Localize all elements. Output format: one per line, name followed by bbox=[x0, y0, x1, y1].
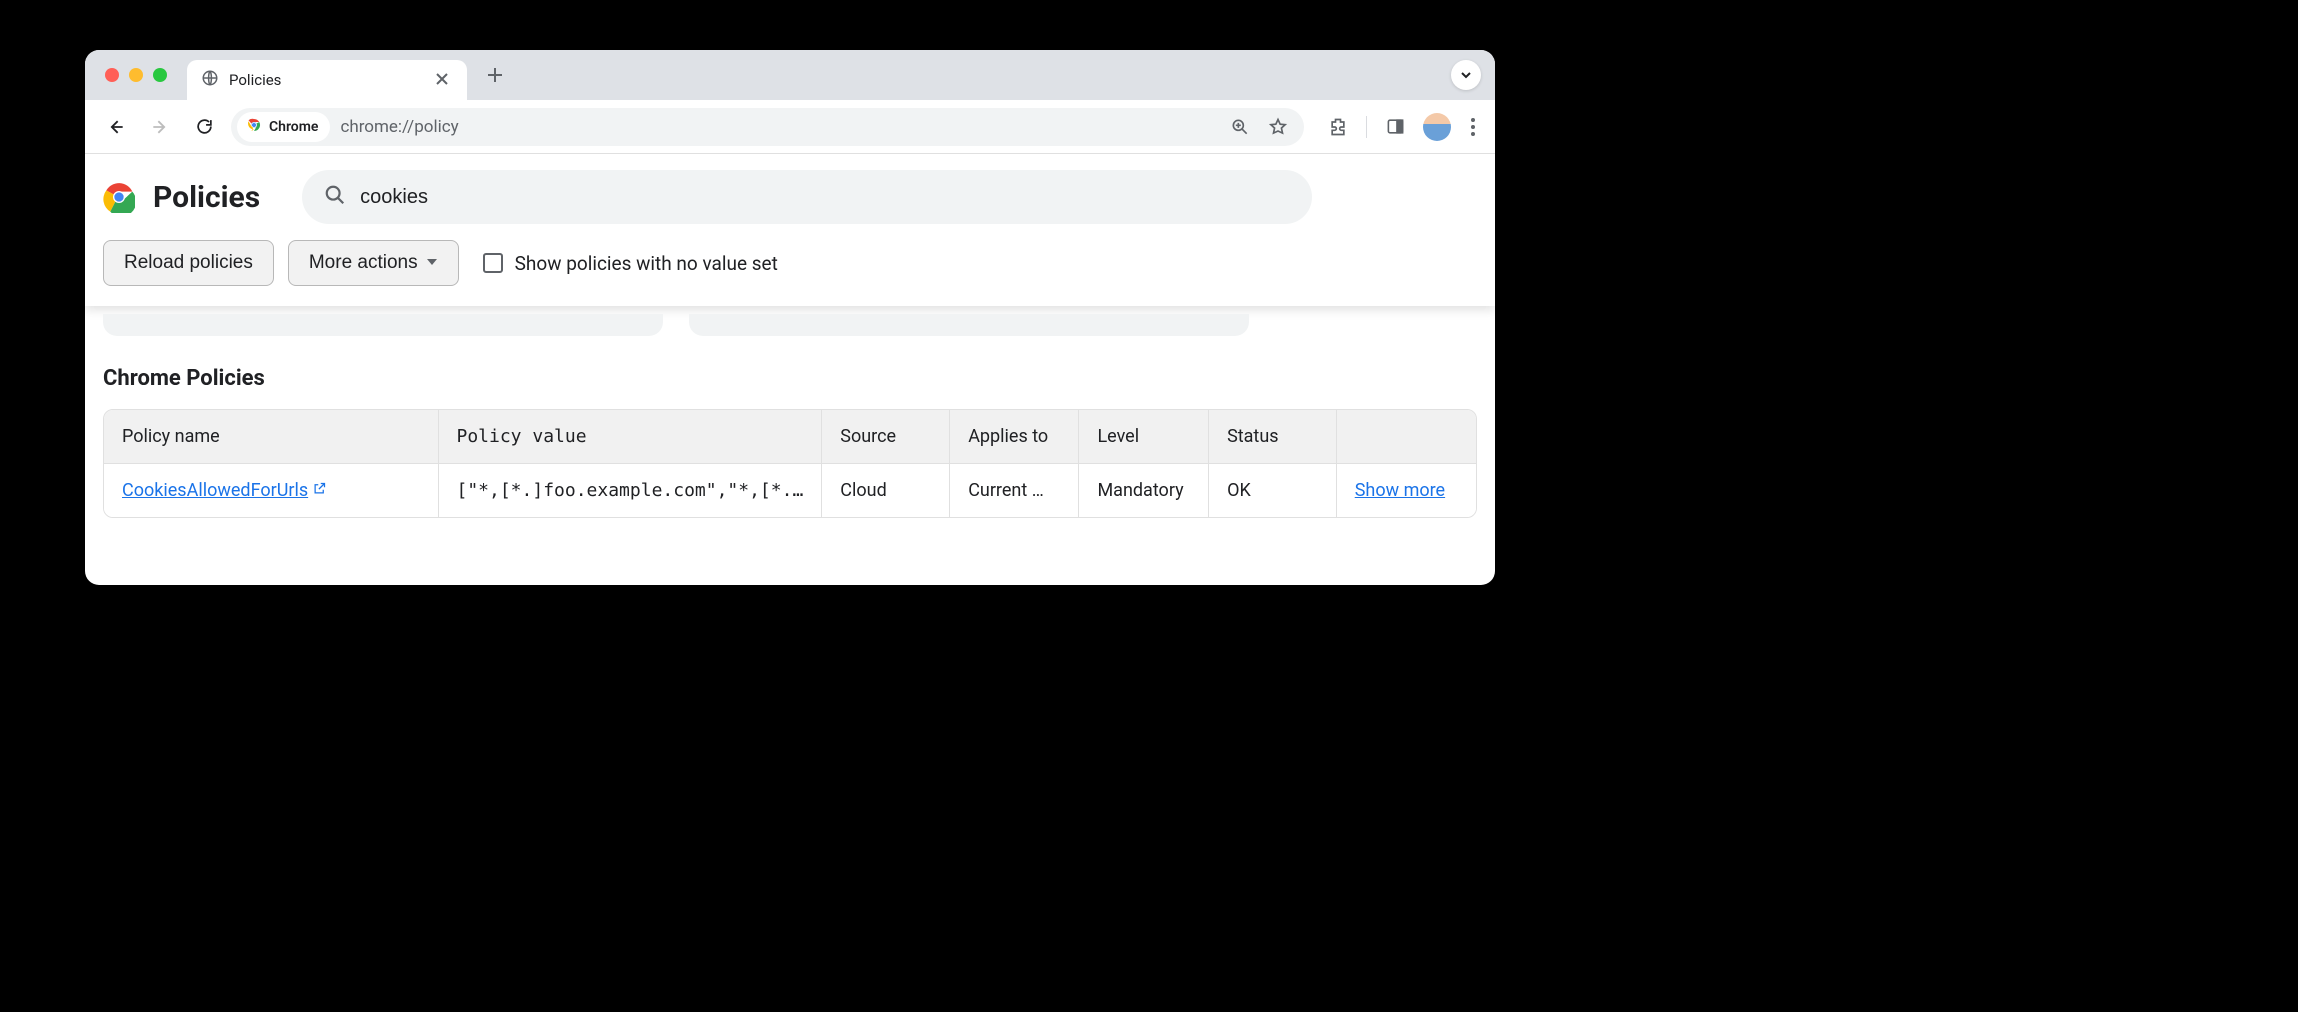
reload-button[interactable] bbox=[187, 110, 221, 144]
tab-strip: Policies bbox=[85, 50, 1495, 100]
zoom-icon[interactable] bbox=[1226, 113, 1254, 141]
window-minimize-button[interactable] bbox=[129, 68, 143, 82]
col-header-name: Policy name bbox=[104, 410, 439, 464]
search-icon bbox=[324, 184, 346, 210]
toolbar-separator bbox=[1366, 116, 1367, 138]
col-header-level: Level bbox=[1079, 410, 1209, 464]
policy-applies: Current … bbox=[968, 480, 1060, 501]
button-label: Reload policies bbox=[124, 252, 253, 274]
page-title: Policies bbox=[153, 180, 260, 215]
section-title: Chrome Policies bbox=[103, 366, 1477, 391]
col-header-applies: Applies to bbox=[950, 410, 1079, 464]
table-header-row: Policy name Policy value Source Applies … bbox=[104, 410, 1476, 464]
policy-search-input[interactable] bbox=[360, 186, 1290, 209]
policy-table: Policy name Policy value Source Applies … bbox=[103, 409, 1477, 518]
browser-tab-active[interactable]: Policies bbox=[187, 60, 467, 100]
bookmark-star-icon[interactable] bbox=[1264, 113, 1292, 141]
col-header-source: Source bbox=[822, 410, 950, 464]
show-more-link[interactable]: Show more bbox=[1355, 480, 1445, 501]
status-cards-row bbox=[103, 314, 1477, 336]
button-label: More actions bbox=[309, 252, 418, 274]
address-bar[interactable]: Chrome chrome://policy bbox=[231, 108, 1304, 146]
policy-source: Cloud bbox=[822, 464, 950, 517]
col-header-status: Status bbox=[1209, 410, 1337, 464]
toolbar-right bbox=[1324, 112, 1481, 142]
url-text: chrome://policy bbox=[340, 117, 458, 137]
tab-close-button[interactable] bbox=[431, 68, 453, 93]
external-link-icon bbox=[312, 480, 327, 501]
browser-toolbar: Chrome chrome://policy bbox=[85, 100, 1495, 154]
col-header-actions bbox=[1337, 410, 1476, 464]
tab-title: Policies bbox=[229, 71, 421, 89]
checkbox-icon[interactable] bbox=[483, 253, 503, 273]
policy-name-link[interactable]: CookiesAllowedForUrls bbox=[122, 480, 327, 501]
globe-icon bbox=[201, 69, 219, 91]
checkbox-label: Show policies with no value set bbox=[515, 252, 778, 275]
site-chip[interactable]: Chrome bbox=[237, 112, 330, 142]
side-panel-icon[interactable] bbox=[1381, 113, 1409, 141]
browser-window: Policies bbox=[85, 50, 1495, 585]
status-card bbox=[103, 314, 663, 336]
policy-value: ["*,[*.]foo.example.com","*,[*.… bbox=[457, 480, 804, 501]
policy-search-bar[interactable] bbox=[302, 170, 1312, 224]
page-sticky-header: Policies Reload policies More actions bbox=[85, 154, 1495, 306]
policy-name-text: CookiesAllowedForUrls bbox=[122, 480, 308, 501]
new-tab-button[interactable] bbox=[481, 61, 509, 89]
extensions-icon[interactable] bbox=[1324, 113, 1352, 141]
more-actions-button[interactable]: More actions bbox=[288, 240, 459, 286]
reload-policies-button[interactable]: Reload policies bbox=[103, 240, 274, 286]
forward-button[interactable] bbox=[143, 110, 177, 144]
site-chip-label: Chrome bbox=[269, 119, 318, 135]
caret-down-icon bbox=[426, 252, 438, 274]
policy-level: Mandatory bbox=[1079, 464, 1209, 517]
window-close-button[interactable] bbox=[105, 68, 119, 82]
back-button[interactable] bbox=[99, 110, 133, 144]
table-row: CookiesAllowedForUrls ["*,[*.]foo.exampl… bbox=[104, 464, 1476, 517]
window-maximize-button[interactable] bbox=[153, 68, 167, 82]
show-no-value-toggle[interactable]: Show policies with no value set bbox=[483, 252, 778, 275]
status-card bbox=[689, 314, 1249, 336]
window-controls bbox=[105, 68, 167, 82]
policy-status: OK bbox=[1209, 464, 1337, 517]
chrome-logo-icon bbox=[103, 181, 135, 213]
chrome-menu-button[interactable] bbox=[1465, 112, 1481, 142]
chrome-icon bbox=[245, 116, 263, 138]
col-header-value: Policy value bbox=[439, 410, 823, 464]
tab-list-button[interactable] bbox=[1451, 60, 1481, 90]
page-content: Policies Reload policies More actions bbox=[85, 154, 1495, 585]
profile-avatar[interactable] bbox=[1423, 113, 1451, 141]
